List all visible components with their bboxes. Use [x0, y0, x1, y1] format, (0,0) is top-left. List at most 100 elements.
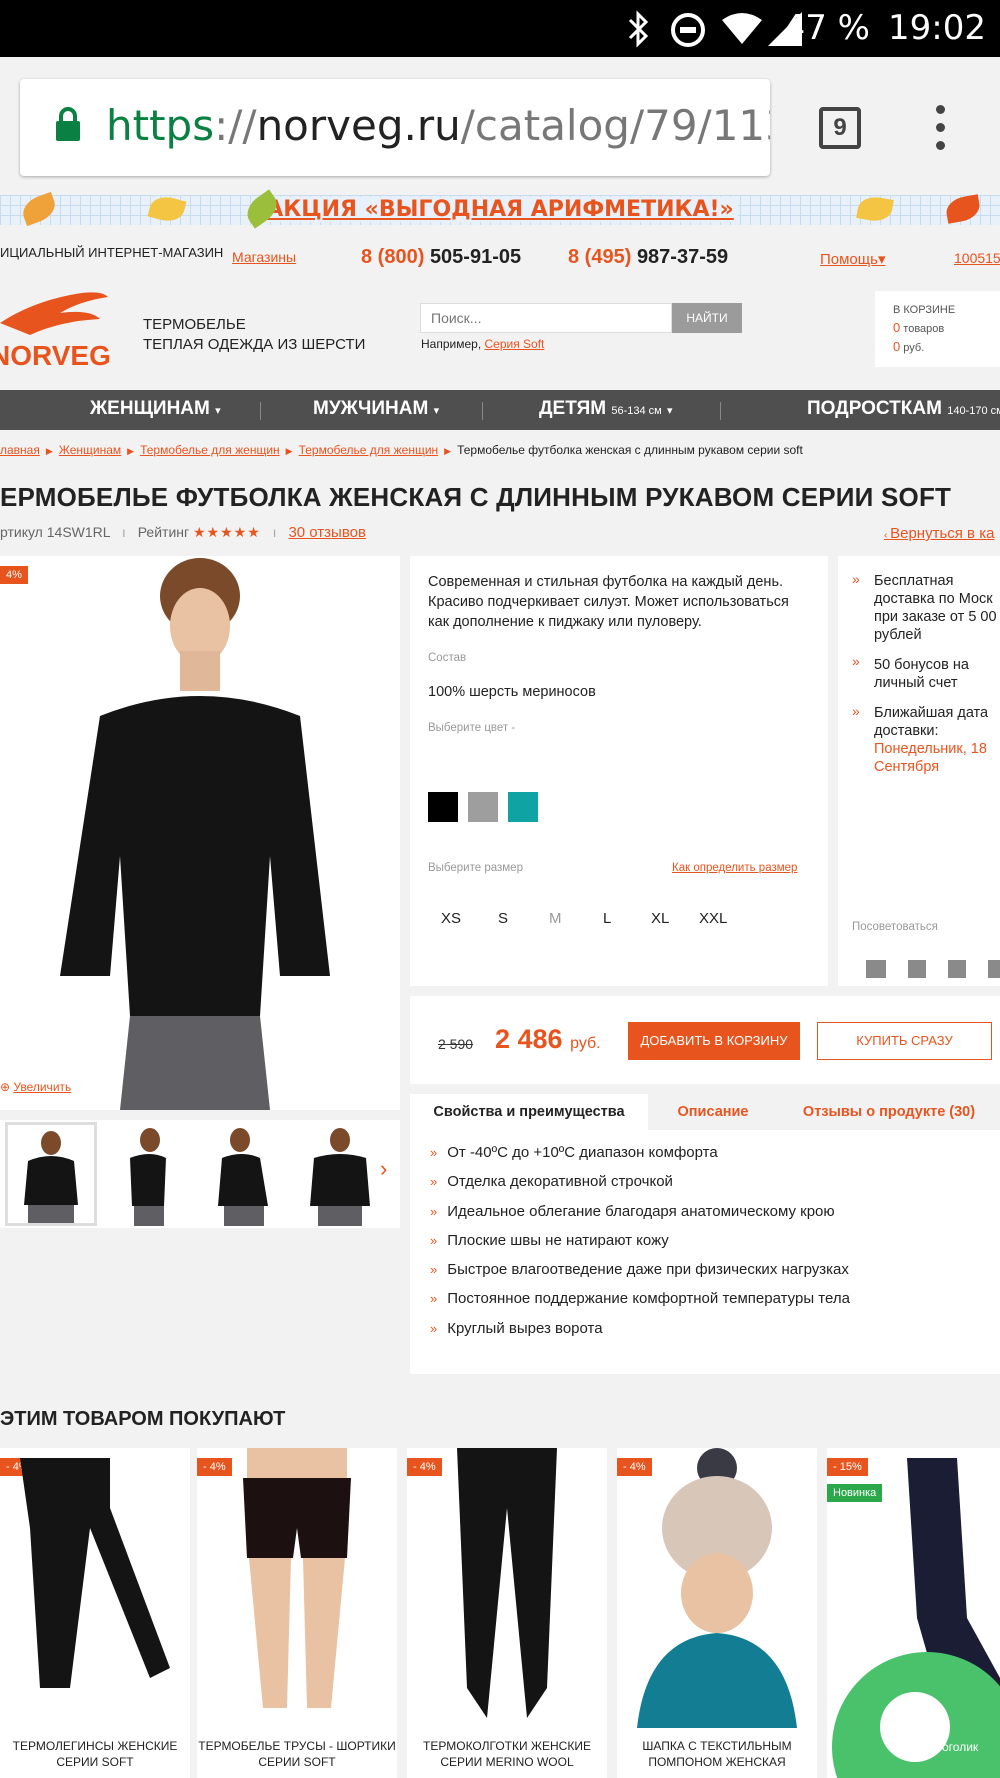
description-panel: Современная и стильная футболка на кажды…	[410, 556, 828, 986]
list-item: » Быстрое влагоотведение даже при физичес…	[430, 1261, 849, 1279]
color-swatch-black[interactable]	[428, 792, 458, 822]
color-swatch-teal[interactable]	[508, 792, 538, 822]
page-title: ЕРМОБЕЛЬЕ ФУТБОЛКА ЖЕНСКАЯ С ДЛИННЫМ РУК…	[0, 482, 952, 512]
example-link[interactable]: Серия Soft	[485, 337, 545, 351]
size-s[interactable]: S	[498, 910, 508, 927]
do-not-disturb-icon	[671, 13, 705, 47]
search-input[interactable]	[420, 303, 672, 333]
stores-link[interactable]: Магазины	[232, 249, 296, 265]
product-name: ТЕРМОБЕЛЬЕ ТРУСЫ - ШОРТИКИ СЕРИИ SOFT	[198, 1739, 396, 1769]
list-item: » Круглый вырез ворота	[430, 1319, 603, 1337]
svg-text:NORVEG: NORVEG	[0, 340, 111, 371]
size-label: Выберите размер	[428, 862, 523, 874]
size-l[interactable]: L	[603, 910, 611, 927]
mini-cart[interactable]: В КОРЗИНЕ 0 товаров 0 руб.	[875, 291, 1000, 367]
size-m[interactable]: M	[549, 910, 562, 927]
browser-menu-icon[interactable]	[936, 105, 946, 151]
color-swatch-grey[interactable]	[468, 792, 498, 822]
battery-level: 47 %	[783, 8, 870, 48]
product-name: ТЕРМОЛЕГИНСЫ ЖЕНСКИЕ СЕРИИ SOFT	[12, 1739, 178, 1769]
related-title: ЭТИМ ТОВАРОМ ПОКУПАЮТ	[0, 1408, 286, 1430]
tab-description[interactable]: Описание	[648, 1094, 778, 1130]
tab-features[interactable]: Свойства и преимущества	[410, 1094, 648, 1130]
list-item: » Плоские швы не натирают кожу	[430, 1231, 669, 1249]
lock-icon	[56, 107, 80, 141]
promo-text: АКЦИЯ «ВЫГОДНАЯ АРИФМЕТИКА!»	[262, 197, 738, 222]
tab-switcher-button[interactable]: 9	[819, 107, 861, 149]
product-photo	[457, 1448, 557, 1718]
back-link[interactable]: ‹ Вернуться в ка	[884, 525, 994, 542]
nav-men[interactable]: МУЖЧИНАМ ▾	[313, 398, 439, 420]
product-name: ШАПКА С ТЕКСТИЛЬНЫМ ПОМПОНОМ ЖЕНСКАЯ	[642, 1739, 792, 1769]
product-card[interactable]: - 4% ТЕРМОЛЕГИНСЫ ЖЕНСКИЕ СЕРИИ SOFT	[0, 1448, 190, 1778]
vk-icon[interactable]	[948, 960, 966, 978]
wifi-icon	[722, 13, 762, 44]
size-xl[interactable]: XL	[651, 910, 669, 927]
facebook-icon[interactable]	[908, 960, 926, 978]
buy-now-button[interactable]: КУПИТЬ СРАЗУ	[817, 1022, 992, 1060]
breadcrumb: лавная ▶ Женщинам ▶ Термобелье для женщин ▶ Те…	[0, 443, 803, 457]
tab-reviews[interactable]: Отзывы о продукте (30)	[778, 1094, 1000, 1130]
nav-women[interactable]: ЖЕНЩИНАМ ▾	[90, 398, 221, 420]
list-item: » От -40ºС до +10ºС диапазон комфорта	[430, 1144, 718, 1161]
tagline: ТЕРМОБЕЛЬЕ ТЕПЛАЯ ОДЕЖДА ИЗ ШЕРСТИ	[143, 316, 366, 353]
zoom-button[interactable]: ⊕ Увеличить	[0, 1080, 71, 1094]
phone-2[interactable]: 8 (495) 987-37-59	[568, 246, 728, 269]
size-guide-link[interactable]: Как определить размер	[672, 862, 797, 874]
product-description: Современная и стильная футболка на кажды…	[428, 574, 789, 630]
size-xs[interactable]: XS	[441, 910, 461, 927]
thumbnail-strip: ›	[0, 1120, 400, 1228]
main-navigation: ЖЕНЩИНАМ ▾ МУЖЧИНАМ ▾ ДЕТЯМ 56-134 см ▾ …	[0, 390, 1000, 430]
phone-1[interactable]: 8 (800) 505-91-05	[361, 246, 521, 269]
chat-icon	[880, 1692, 950, 1762]
thumbnail-1[interactable]	[5, 1122, 97, 1226]
clock: 19:02	[888, 8, 986, 48]
breadcrumb-women[interactable]: Женщинам	[59, 443, 121, 457]
article-number: ртикул 14SW1RL	[0, 524, 111, 540]
android-status-bar: 47 % 19:02	[0, 0, 1000, 57]
product-meta: ртикул 14SW1RL ı Рейтинг ★★★★★ ı 30 отзы…	[0, 524, 366, 541]
product-image[interactable]: 4% ⊕ Увеличить	[0, 556, 400, 1110]
breadcrumb-thermal-women[interactable]: Термобелье для женщин	[140, 443, 280, 457]
reviews-link[interactable]: 30 отзывов	[288, 524, 366, 541]
bullet-icon: »	[852, 653, 860, 669]
color-label: Выберите цвет -	[428, 722, 516, 734]
url-text: https://norveg.ru/catalog/79/11365.h	[106, 101, 770, 150]
nav-teens[interactable]: ПОДРОСТКАМ 140-170 см	[807, 398, 1000, 420]
thumbnail-3[interactable]	[198, 1122, 290, 1226]
thumbnail-2[interactable]	[100, 1122, 192, 1226]
bullet-icon: »	[852, 703, 860, 719]
twitter-icon[interactable]	[866, 960, 886, 978]
breadcrumb-thermal-women-2[interactable]: Термобелье для женщин	[299, 443, 439, 457]
composition-label: Состав	[428, 652, 467, 664]
breadcrumb-current: Термобелье футболка женская с длинным ру…	[457, 443, 803, 457]
product-card[interactable]: - 4% ТЕРМОКОЛГОТКИ ЖЕНСКИЕ СЕРИИ MERINO …	[407, 1448, 607, 1778]
rating-label: Рейтинг	[137, 524, 190, 540]
norveg-logo[interactable]: NORVEG	[0, 283, 115, 373]
thumbnail-4[interactable]	[294, 1122, 386, 1226]
product-name: ТЕРМОКОЛГОТКИ ЖЕНСКИЕ СЕРИИ MERINO WOOL	[423, 1739, 591, 1769]
odnoklassniki-icon[interactable]	[988, 960, 1000, 978]
size-xxl[interactable]: XXL	[699, 910, 727, 927]
benefit-bonus: 50 бонусов на личный счет	[874, 657, 969, 691]
buy-panel: 2 590 2 486 руб. ДОБАВИТЬ В КОРЗИНУ КУПИ…	[410, 996, 1000, 1084]
chat-label: оголик	[942, 1740, 979, 1754]
product-card[interactable]: - 4% ШАПКА С ТЕКСТИЛЬНЫМ ПОМПОНОМ ЖЕНСКА…	[617, 1448, 817, 1778]
nav-kids[interactable]: ДЕТЯМ 56-134 см ▾	[539, 398, 673, 420]
account-link[interactable]: 100515	[954, 250, 1000, 266]
benefit-delivery: Бесплатная доставка по Моск при заказе о…	[874, 573, 997, 643]
help-menu[interactable]: Помощь▾	[820, 250, 885, 268]
old-price: 2 590	[438, 1036, 474, 1052]
address-bar[interactable]: https://norveg.ru/catalog/79/11365.h	[20, 79, 770, 176]
breadcrumb-home[interactable]: лавная	[0, 443, 40, 457]
product-photo	[637, 1448, 797, 1728]
product-photo	[20, 1458, 170, 1688]
benefit-date: Ближайшая дата доставки:	[874, 705, 989, 739]
add-to-cart-button[interactable]: ДОБАВИТЬ В КОРЗИНУ	[628, 1022, 800, 1060]
product-card[interactable]: - 4% ТЕРМОБЕЛЬЕ ТРУСЫ - ШОРТИКИ СЕРИИ SO…	[197, 1448, 397, 1778]
chevron-right-icon[interactable]: ›	[380, 1156, 387, 1182]
share-label: Посоветоваться	[852, 921, 938, 933]
current-price: 2 486 руб.	[495, 1024, 601, 1054]
bluetooth-icon	[628, 10, 649, 48]
search-button[interactable]: НАЙТИ	[672, 303, 742, 333]
